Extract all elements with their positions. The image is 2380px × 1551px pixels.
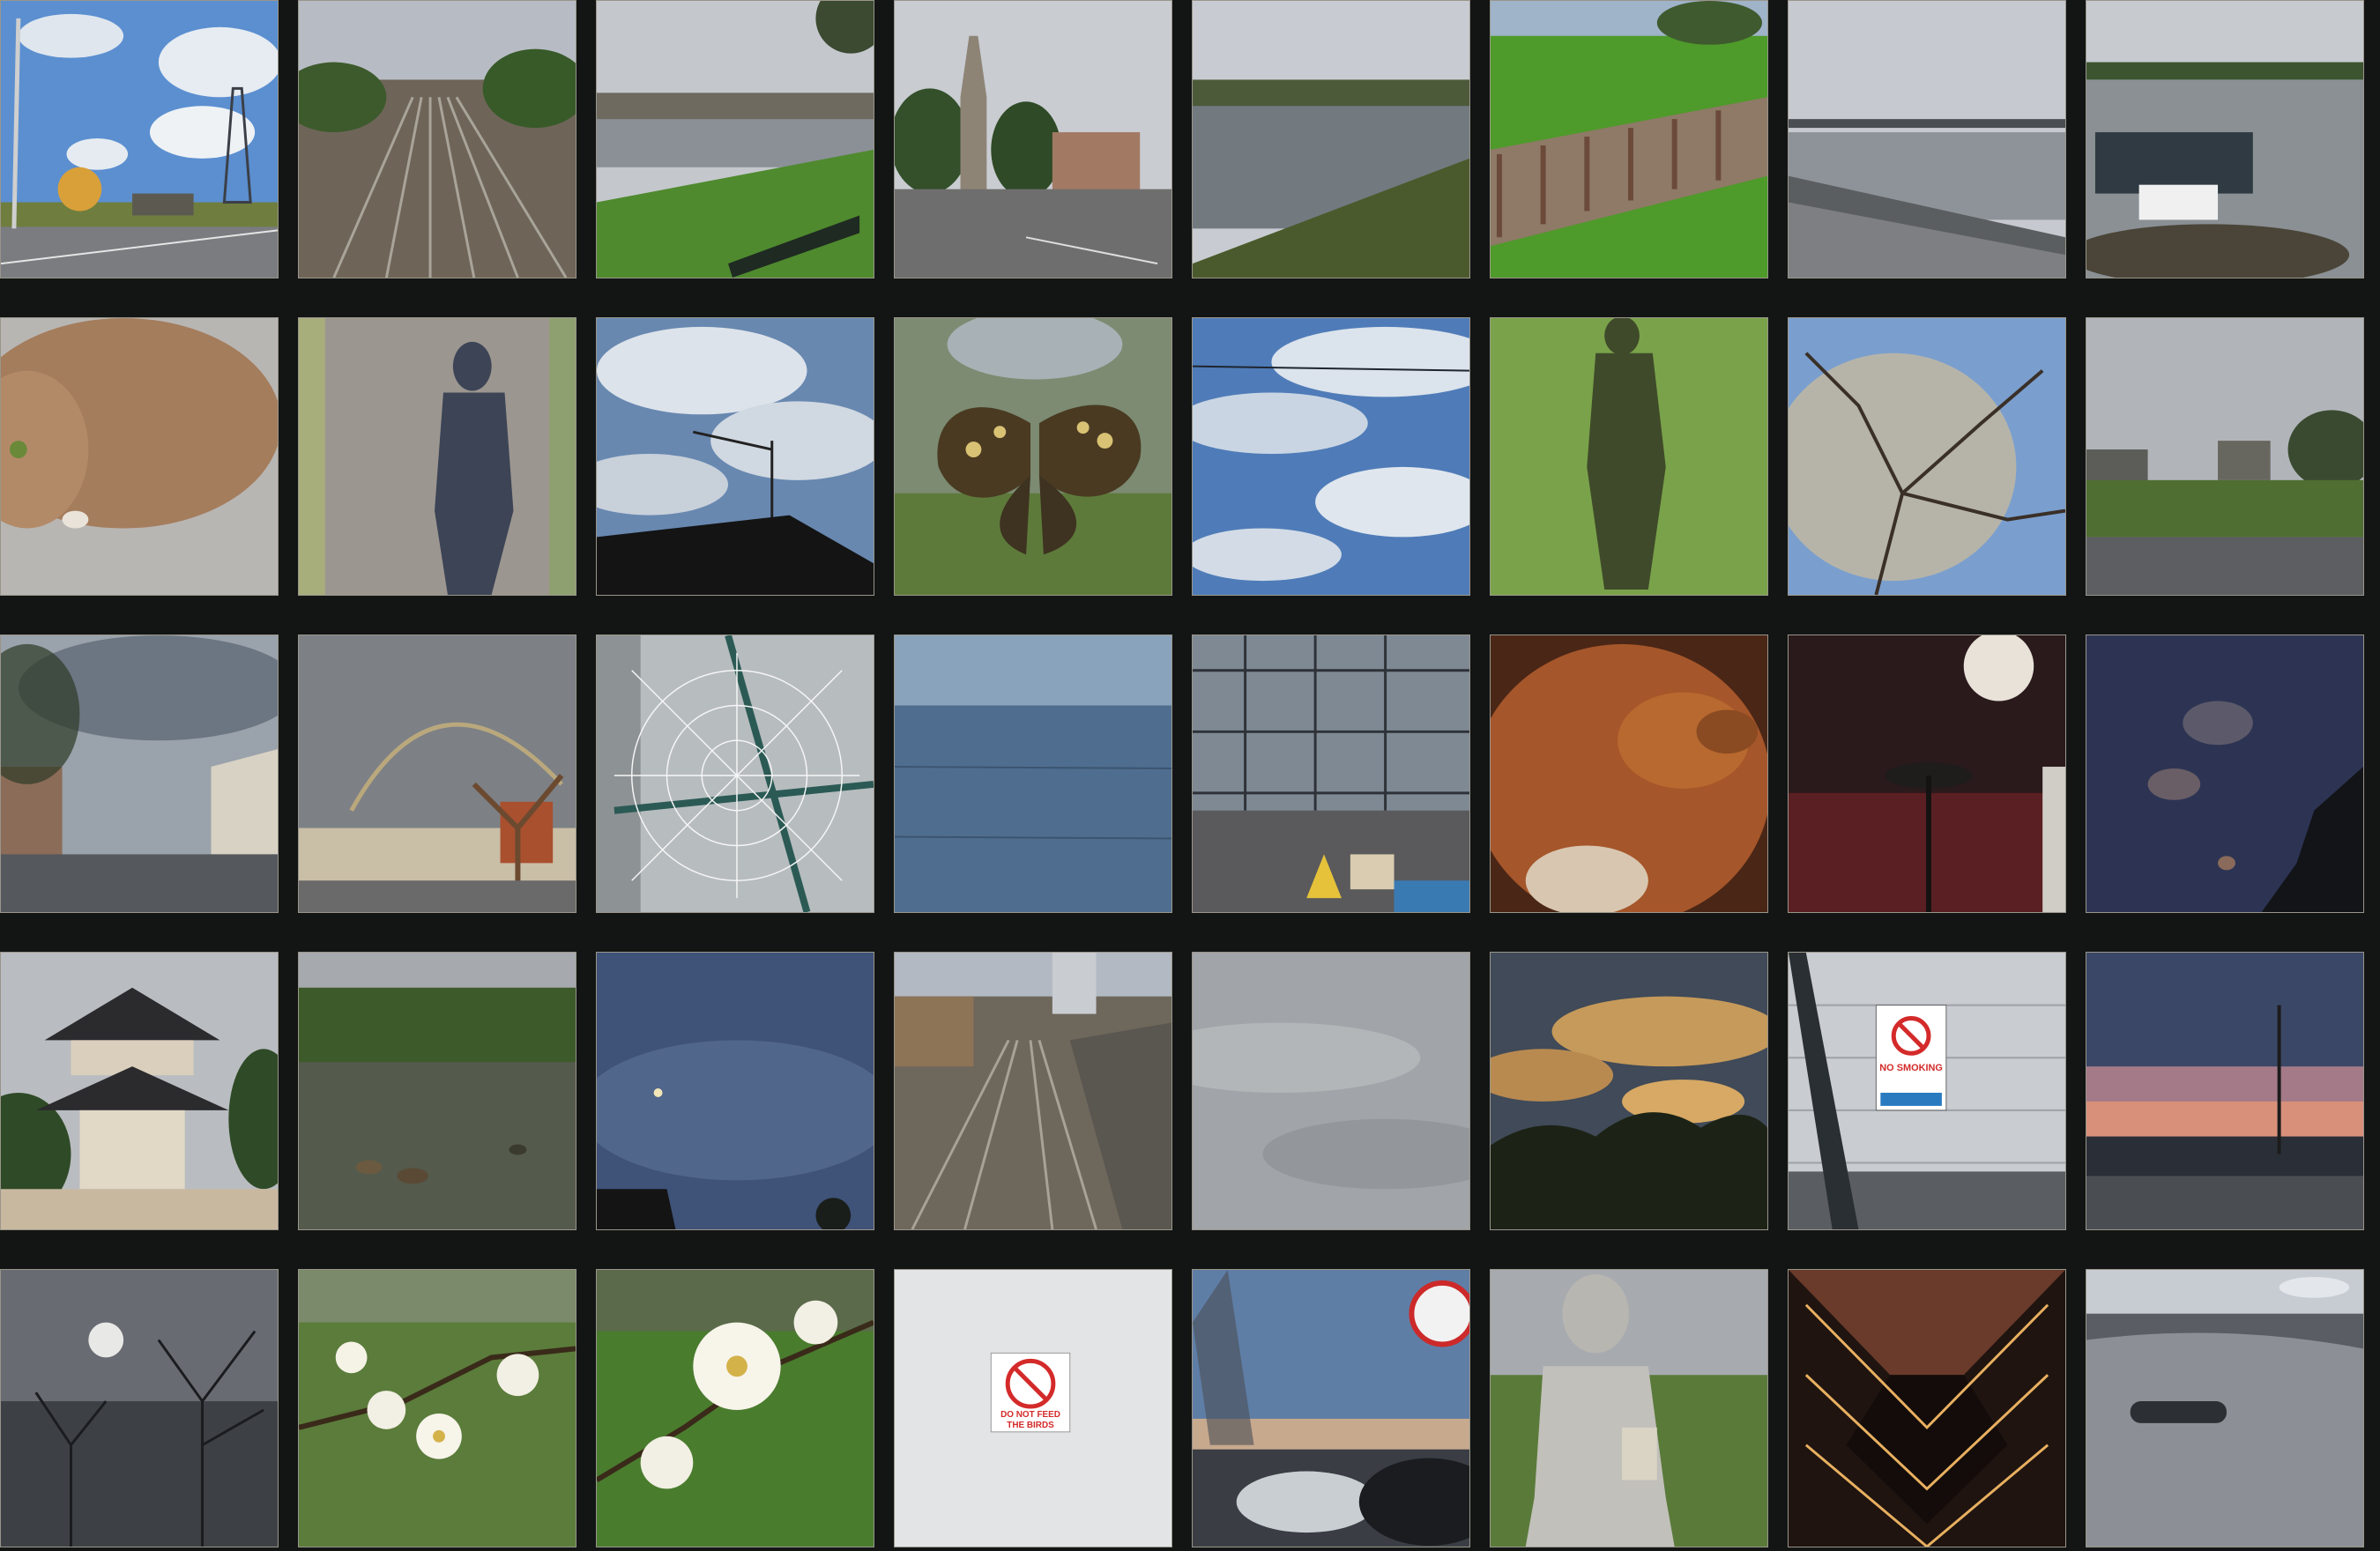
photo-rail-cutting[interactable] [894, 952, 1172, 1230]
photo-rainbow-street[interactable] [298, 634, 576, 913]
photo-street-corner[interactable] [0, 634, 279, 913]
photo-bird-sign[interactable]: DO NOT FEED THE BIRDS [894, 1269, 1172, 1547]
do-not-feed-sign-text-2: THE BIRDS [1007, 1421, 1054, 1430]
photo-blue-surface[interactable] [894, 634, 1172, 913]
photo-sunset-clouds[interactable] [1490, 952, 1768, 1230]
photo-dusk-sky[interactable] [596, 952, 874, 1230]
photo-dog[interactable] [1490, 634, 1768, 913]
photo-night-sky[interactable] [2086, 634, 2364, 913]
photo-dark-interior[interactable] [1788, 634, 2066, 913]
photo-clock-tower[interactable] [894, 0, 1172, 278]
photo-no-smoking-window[interactable]: NO SMOKING [1788, 952, 2066, 1230]
photo-river-bridge[interactable] [1788, 0, 2066, 278]
photo-pond-ducks[interactable] [298, 952, 576, 1230]
photo-shadow-path[interactable] [298, 317, 576, 596]
photo-gallery-grid: NO SMOKING DO NOT FEED THE BIRDS [0, 0, 2380, 1551]
photo-butterfly[interactable] [894, 317, 1172, 596]
photo-pink-dusk-mast[interactable] [2086, 952, 2364, 1230]
no-smoking-sign-text: NO SMOKING [1879, 1063, 1943, 1073]
photo-pagoda[interactable] [0, 952, 279, 1230]
photo-misty-green[interactable] [2086, 317, 2364, 596]
photo-river-bench[interactable] [596, 0, 874, 278]
photo-lit-corridor[interactable] [1788, 1269, 2066, 1547]
photo-shadow-grass[interactable] [1490, 317, 1768, 596]
photo-river-bank[interactable] [1192, 0, 1470, 278]
photo-building-reflection[interactable] [1192, 634, 1470, 913]
photo-cat[interactable] [0, 317, 279, 596]
photo-car-door[interactable] [2086, 1269, 2364, 1547]
photo-car-park-sunset[interactable] [1192, 1269, 1470, 1547]
photo-buddha-statue[interactable] [1490, 1269, 1768, 1547]
photo-blossom-branch[interactable] [298, 1269, 576, 1547]
photo-railway-tracks[interactable] [298, 0, 576, 278]
photo-blossom-tree[interactable] [1788, 317, 2066, 596]
photo-road-pylon[interactable] [0, 0, 279, 278]
photo-river-boats[interactable] [2086, 0, 2364, 278]
do-not-feed-sign-text-1: DO NOT FEED [1000, 1410, 1060, 1420]
photo-grey-clouds[interactable] [1192, 952, 1470, 1230]
photo-misty-trees[interactable] [0, 1269, 279, 1547]
photo-spider-web[interactable] [596, 634, 874, 913]
photo-sky-wire[interactable] [1192, 317, 1470, 596]
photo-old-rail-grass[interactable] [1490, 0, 1768, 278]
photo-birds-antenna[interactable] [596, 317, 874, 596]
photo-white-blossom[interactable] [596, 1269, 874, 1547]
